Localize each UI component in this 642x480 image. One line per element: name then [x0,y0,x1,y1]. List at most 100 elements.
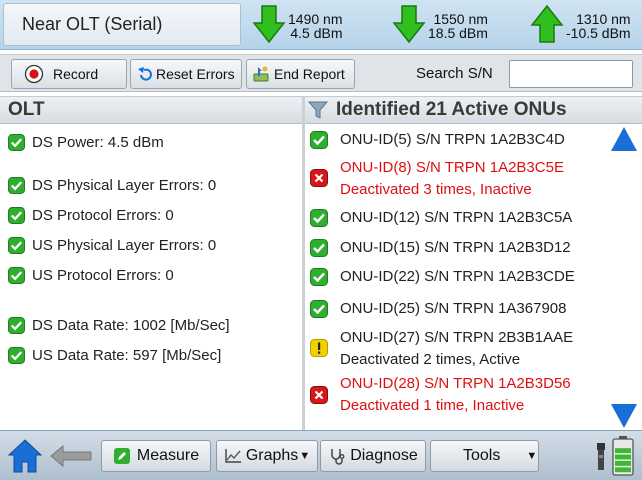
onu-serial: ONU-ID(8) S/N TRPN 1A2B3C5E [340,159,564,176]
green-down-arrow-icon [392,4,426,48]
scroll-down-icon[interactable] [610,403,638,429]
dropdown-arrow-icon: ▼ [526,450,538,462]
flashlight-icon [596,443,606,476]
onu-serial: ONU-ID(22) S/N TRPN 1A2B3CDE [340,268,575,285]
olt-item-label: US Data Rate: 597 [Mb/Sec] [32,347,222,364]
onu-list-item[interactable]: ONU-ID(15) S/N TRPN 1A2B3D12 [310,237,571,259]
graphs-button[interactable]: Graphs ▼ [216,440,318,472]
onu-list-item[interactable]: ONU-ID(12) S/N TRPN 1A2B3C5A [310,207,572,229]
onu-serial: ONU-ID(12) S/N TRPN 1A2B3C5A [340,209,573,226]
wavelength-nm: 1310 nm [576,11,631,27]
check-icon [310,209,328,227]
green-down-arrow-icon [252,4,286,48]
record-label: Record [53,66,99,82]
check-icon [8,347,25,364]
olt-item: DS Data Rate: 1002 [Mb/Sec] [8,317,230,334]
check-icon [8,177,25,194]
check-icon [310,131,328,149]
wavelength-power: 18.5 dBm [428,25,488,41]
wavelength-power: 4.5 dBm [290,25,343,41]
battery-icon [612,436,634,480]
wavelength-power: -10.5 dBm [566,25,631,41]
warning-icon [310,339,328,357]
test-mode-title[interactable]: Near OLT (Serial) [3,3,241,46]
record-icon [24,64,44,84]
check-icon [310,300,328,318]
tools-label: Tools [463,447,501,464]
error-icon [310,386,328,404]
onu-list-item[interactable]: ONU-ID(27) S/N TRPN 2B3B1AAE Deactivated… [310,327,573,371]
filter-icon[interactable] [308,100,328,120]
olt-item-label: US Physical Layer Errors: 0 [32,237,217,254]
battery-segment [615,448,631,453]
toolbar: Record Reset Errors End Report Search S/… [0,54,642,92]
onu-serial: ONU-ID(15) S/N TRPN 1A2B3D12 [340,239,571,256]
check-icon [310,239,328,257]
check-icon [8,237,25,254]
olt-section-header: OLT [0,96,302,124]
reset-errors-label: Reset Errors [156,66,235,82]
dropdown-arrow-icon: ▼ [299,450,311,462]
back-arrow-icon[interactable] [50,444,92,472]
end-report-button[interactable]: End Report [246,59,355,89]
pencil-icon [113,447,131,465]
onu-list-item[interactable]: ONU-ID(5) S/N TRPN 1A2B3C4D [310,129,565,151]
green-up-arrow-icon [530,4,564,48]
olt-item: US Physical Layer Errors: 0 [8,237,216,254]
olt-item-label: US Protocol Errors: 0 [32,267,174,284]
onu-serial: ONU-ID(25) S/N TRPN 1A367908 [340,300,567,317]
page-title: Near OLT (Serial) [22,14,163,34]
wavelength-nm: 1550 nm [433,11,488,27]
search-label: Search S/N [416,65,493,82]
olt-item-label: DS Data Rate: 1002 [Mb/Sec] [32,317,230,334]
diagnose-button[interactable]: Diagnose [320,440,426,472]
olt-item: DS Physical Layer Errors: 0 [8,177,216,194]
wavelength-1490: 1490 nm 4.5 dBm [252,4,343,48]
onu-status-text: Deactivated 2 times, Active [340,351,521,368]
tools-button[interactable]: Tools ▼ [430,440,539,472]
onu-list-item[interactable]: ONU-ID(28) S/N TRPN 1A2B3D56 Deactivated… [310,373,571,417]
wavelength-nm: 1490 nm [288,11,343,27]
onu-list-item[interactable]: ONU-ID(22) S/N TRPN 1A2B3CDE [310,266,575,288]
olt-item: DS Protocol Errors: 0 [8,207,174,224]
check-icon [8,134,25,151]
onu-list-item[interactable]: ONU-ID(25) S/N TRPN 1A367908 [310,298,566,320]
olt-item-label: DS Power: 4.5 dBm [32,134,164,151]
olt-heading: OLT [8,99,45,120]
measure-label: Measure [136,447,200,464]
onu-list-item[interactable]: ONU-ID(8) S/N TRPN 1A2B3C5E Deactivated … [310,157,564,201]
header-bar: Near OLT (Serial) 1490 nm 4.5 dBm 1550 n… [0,0,642,50]
undo-icon [137,66,153,82]
battery-segment [615,461,631,466]
battery-segment [615,454,631,460]
onu-section-header: Identified 21 Active ONUs [305,96,642,124]
wavelength-1310: 1310 nm -10.5 dBm [530,4,631,48]
stethoscope-icon [328,447,346,465]
check-icon [8,317,25,334]
graph-icon [224,448,242,464]
bottom-nav-bar: Measure Graphs ▼ Diagnose Tools ▼ [0,430,642,480]
measure-button[interactable]: Measure [101,440,211,472]
wavelength-1550: 1550 nm 18.5 dBm [392,4,488,48]
olt-item-label: DS Physical Layer Errors: 0 [32,177,217,194]
onu-serial: ONU-ID(28) S/N TRPN 1A2B3D56 [340,375,571,392]
onu-serial: ONU-ID(5) S/N TRPN 1A2B3C4D [340,131,565,148]
onu-heading: Identified 21 Active ONUs [336,99,567,120]
diagnose-label: Diagnose [350,447,418,464]
record-button[interactable]: Record [11,59,127,89]
search-sn-input[interactable] [509,60,633,88]
onu-status-text: Deactivated 3 times, Inactive [340,181,532,198]
check-icon [310,268,328,286]
home-icon[interactable] [7,438,43,479]
onu-status-text: Deactivated 1 time, Inactive [340,397,525,414]
error-icon [310,169,328,187]
graphs-label: Graphs [245,447,299,464]
battery-segment [615,467,631,473]
olt-item: US Data Rate: 597 [Mb/Sec] [8,347,221,364]
olt-item: DS Power: 4.5 dBm [8,134,164,151]
scroll-up-icon[interactable] [610,126,638,152]
reset-errors-button[interactable]: Reset Errors [130,59,242,89]
check-icon [8,207,25,224]
check-icon [8,267,25,284]
onu-serial: ONU-ID(27) S/N TRPN 2B3B1AAE [340,329,574,346]
